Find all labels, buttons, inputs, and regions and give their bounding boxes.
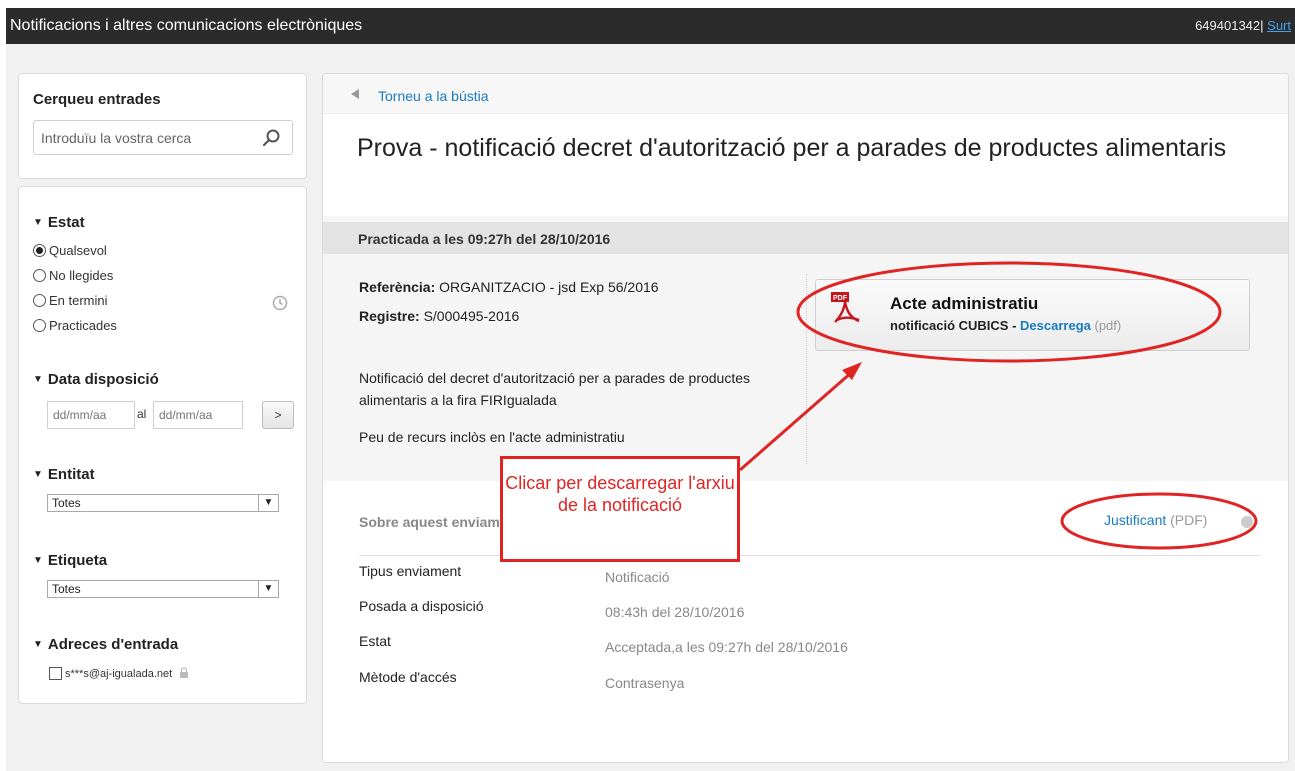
estat-heading[interactable]: ▼ Estat [33, 214, 85, 231]
date-from-input[interactable] [47, 401, 135, 429]
practicada-bar: Practicada a les 09:27h del 28/10/2016 [323, 222, 1288, 254]
back-bar: Torneu a la bústia [323, 74, 1288, 114]
search-input[interactable] [34, 121, 254, 154]
detail-key: Estat [359, 633, 391, 649]
notification-detail-panel: Torneu a la bústia Prova - notificació d… [322, 73, 1289, 763]
radio-qualsevol[interactable]: Qualsevol [33, 242, 107, 260]
radio-button[interactable] [33, 319, 46, 332]
search-icon[interactable] [262, 128, 282, 148]
description-text: Notificació del decret d'autorització pe… [359, 370, 751, 408]
radio-en-termini[interactable]: En termini [33, 292, 108, 310]
peu-recurs-text: Peu de recurs inclòs en l'acte administr… [359, 429, 625, 445]
entitat-select[interactable]: Totes ▼ [47, 494, 279, 512]
adreces-heading[interactable]: ▼ Adreces d'entrada [33, 636, 178, 653]
column-divider [806, 274, 807, 464]
document-format: (pdf) [1094, 318, 1122, 333]
filter-panel: ▼ Estat Qualsevol No llegides En termini … [18, 186, 307, 704]
detail-key: Mètode d'accés [359, 669, 457, 685]
chevron-down-icon[interactable]: ▼ [258, 581, 278, 597]
entitat-heading[interactable]: ▼ Entitat [33, 466, 95, 483]
radio-practicades[interactable]: Practicades [33, 317, 117, 335]
radio-no-llegides[interactable]: No llegides [33, 267, 113, 285]
user-id: 649401342 [1195, 18, 1261, 33]
referencia-line: Referència: ORGANITZACIO - jsd Exp 56/20… [359, 279, 659, 295]
svg-text:PDF: PDF [833, 295, 848, 302]
pdf-icon: PDF [831, 292, 860, 323]
radio-button[interactable] [33, 294, 46, 307]
search-box[interactable] [33, 120, 293, 155]
radio-button[interactable] [33, 269, 46, 282]
search-heading: Cerqueu entrades [33, 91, 161, 108]
detail-value: Notificació [605, 569, 670, 585]
document-title: Acte administratiu [890, 294, 1039, 313]
collapse-triangle-icon: ▼ [33, 639, 43, 650]
date-connector: al [137, 407, 147, 421]
back-to-inbox-link[interactable]: Torneu a la bústia [378, 88, 489, 104]
justificant-format: (PDF) [1170, 512, 1208, 528]
info-dot-icon [1241, 516, 1253, 528]
data-disposicio-heading[interactable]: ▼ Data disposició [33, 371, 159, 388]
collapse-triangle-icon: ▼ [33, 374, 43, 385]
clock-icon [272, 295, 288, 311]
app-title: Notificacions i altres comunicacions ele… [10, 17, 363, 34]
about-section-title: Sobre aquest enviament [359, 514, 521, 530]
app-header: Notificacions i altres comunicacions ele… [6, 8, 1295, 44]
detail-value: Acceptada,a les 09:27h del 28/10/2016 [605, 639, 848, 655]
justificant-link[interactable]: Justificant [1104, 512, 1166, 528]
search-panel: Cerqueu entrades [18, 73, 307, 179]
address-checkbox-row[interactable]: s***s@aj-igualada.net [49, 667, 189, 680]
radio-button-checked[interactable] [33, 244, 46, 257]
back-arrow-icon[interactable] [351, 89, 359, 99]
collapse-triangle-icon: ▼ [33, 555, 43, 566]
page-title: Prova - notificació decret d'autoritzaci… [357, 134, 1227, 162]
registre-line: Registre: S/000495-2016 [359, 308, 520, 324]
justificant-link-group[interactable]: Justificant (PDF) [1104, 512, 1207, 528]
about-divider [359, 534, 1259, 556]
date-to-input[interactable] [153, 401, 243, 429]
detail-value: Contrasenya [605, 675, 685, 691]
detail-key: Posada a disposició [359, 598, 484, 614]
detail-key: Tipus enviament [359, 563, 462, 579]
document-subtitle: notificació CUBICS - Descarrega (pdf) [890, 318, 1122, 333]
annotation-callout: Clicar per descarregar l'arxiu de la not… [500, 456, 740, 562]
practicada-text: Practicada a les 09:27h del 28/10/2016 [358, 231, 611, 247]
address-checkbox[interactable] [49, 667, 62, 680]
user-separator: | [1260, 18, 1264, 33]
date-filter-button[interactable]: > [262, 401, 294, 429]
etiqueta-select[interactable]: Totes ▼ [47, 580, 279, 598]
download-link[interactable]: Descarrega [1020, 318, 1091, 333]
detail-value: 08:43h del 28/10/2016 [605, 604, 745, 620]
lock-icon [180, 667, 189, 678]
collapse-triangle-icon: ▼ [33, 217, 43, 228]
address-email: s***s@aj-igualada.net [65, 668, 173, 680]
collapse-triangle-icon: ▼ [33, 469, 43, 480]
chevron-down-icon[interactable]: ▼ [258, 495, 278, 511]
document-card[interactable]: PDF Acte administratiu notificació CUBIC… [815, 279, 1250, 351]
user-area: 649401342| Surt [1195, 18, 1291, 33]
logout-link[interactable]: Surt [1267, 18, 1291, 33]
etiqueta-heading[interactable]: ▼ Etiqueta [33, 552, 107, 569]
